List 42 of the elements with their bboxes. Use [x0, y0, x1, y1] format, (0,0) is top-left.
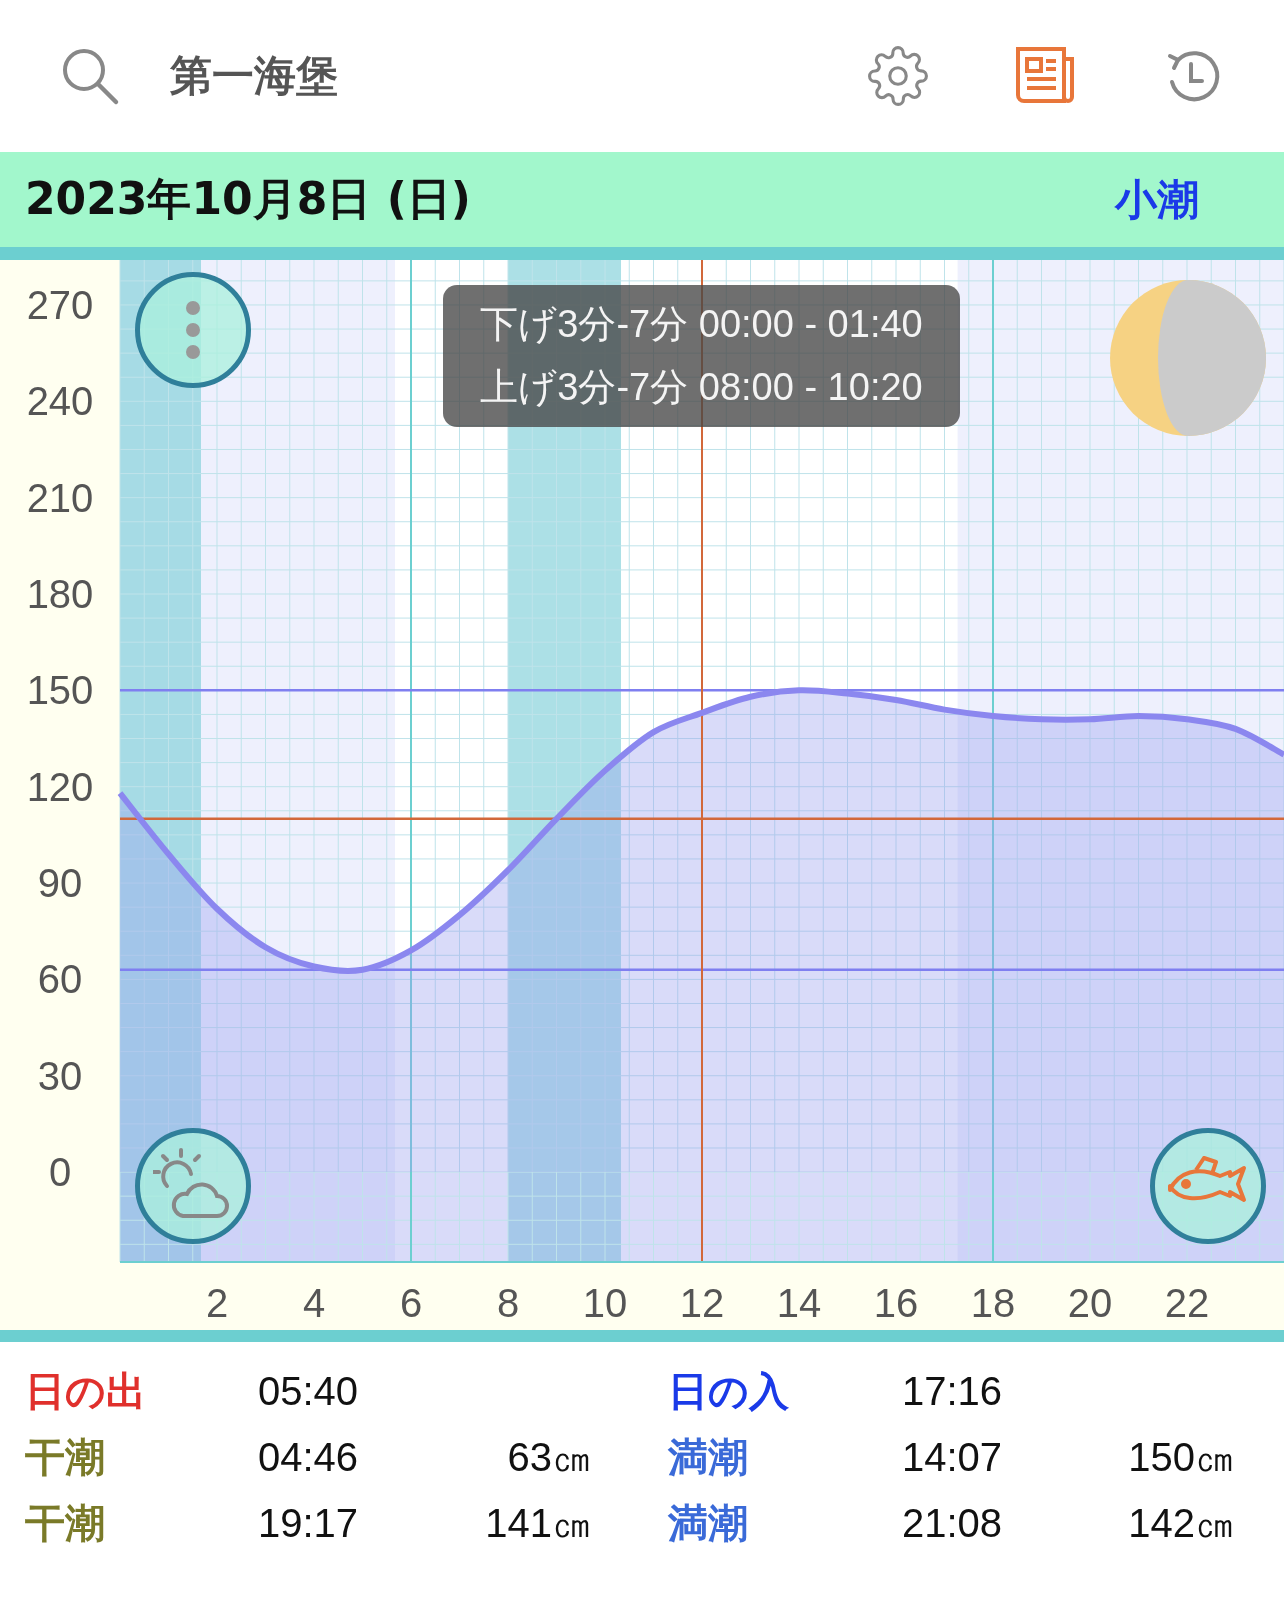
event-label: 満潮 [668, 1500, 748, 1546]
y-axis-label: 180 [26, 572, 94, 616]
event-label: 干潮 [25, 1434, 105, 1480]
x-axis-label: 16 [873, 1281, 919, 1325]
event-time: 05:40 [258, 1368, 359, 1414]
tide-height: 150㎝ [1128, 1434, 1235, 1480]
y-axis-label: 270 [26, 282, 94, 327]
y-axis-label: 30 [37, 1053, 83, 1098]
y-axis-label: 210 [26, 475, 94, 520]
x-axis-label: 12 [679, 1281, 725, 1325]
event-time: 14:07 [902, 1434, 1003, 1480]
tide-type-label: 小潮 [1115, 173, 1199, 226]
y-axis-label: 120 [26, 764, 94, 809]
event-label: 日の入 [668, 1368, 789, 1414]
y-axis-label: 90 [37, 861, 83, 906]
x-axis-label: 4 [302, 1281, 326, 1325]
event-time: 17:16 [902, 1368, 1003, 1414]
x-axis-label: 18 [970, 1281, 1016, 1325]
tide-height: 142㎝ [1128, 1500, 1235, 1546]
event-time: 21:08 [902, 1500, 1003, 1546]
event-label: 干潮 [25, 1500, 105, 1546]
x-axis-label: 10 [582, 1281, 628, 1325]
event-label: 満潮 [668, 1434, 748, 1480]
location-title: 第一海堡 [170, 50, 339, 102]
y-axis-label: 150 [26, 668, 94, 713]
x-axis-label: 2 [205, 1281, 229, 1325]
y-axis-label: 60 [37, 957, 83, 1002]
event-time: 19:17 [258, 1500, 359, 1546]
y-axis-label: 0 [48, 1150, 72, 1195]
tooltip-text: 下げ3分-7分 00:00 - 01:40 [480, 302, 923, 347]
event-label: 日の出 [25, 1368, 146, 1414]
date-label: 2023年10月8日 (日) [25, 172, 471, 226]
x-axis-label: 22 [1164, 1281, 1210, 1325]
x-axis-label: 14 [776, 1281, 822, 1325]
tide-height: 141㎝ [485, 1500, 592, 1546]
tooltip-text: 上げ3分-7分 08:00 - 10:20 [480, 365, 923, 410]
x-axis-label: 6 [399, 1281, 423, 1325]
tide-height: 63㎝ [507, 1434, 592, 1480]
y-axis-label: 240 [26, 379, 94, 424]
x-axis-label: 8 [496, 1281, 520, 1325]
event-time: 04:46 [258, 1434, 359, 1480]
x-axis-label: 20 [1067, 1281, 1113, 1325]
